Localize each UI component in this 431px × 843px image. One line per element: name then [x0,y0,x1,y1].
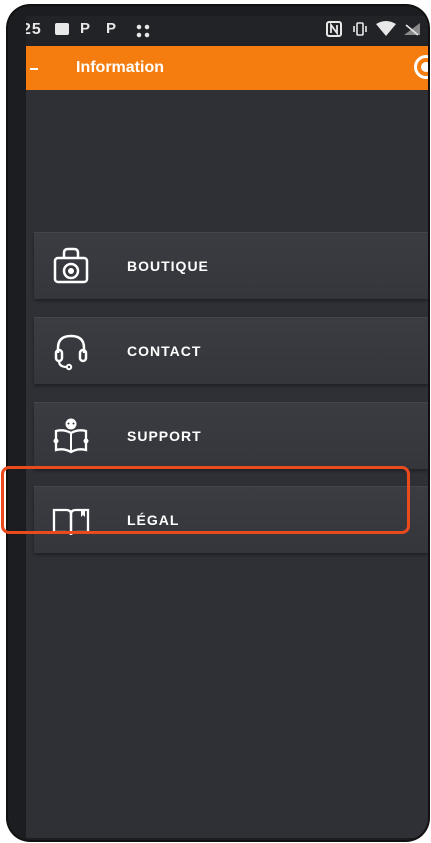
battery-icon [402,21,422,40]
app-screen: 25 P P Information BOUTIQUE CONTACT SUPP… [26,16,428,838]
headset-icon [51,331,91,371]
wifi-icon [376,21,396,40]
menu-item-legal[interactable]: LÉGAL [34,486,428,553]
menu-item-label: CONTACT [127,343,202,359]
menu-item-label: BOUTIQUE [127,258,209,274]
menu-item-label: LÉGAL [127,512,180,528]
p-icon: P [80,20,91,37]
status-bar: 25 P P [26,16,428,46]
app-logo-icon [414,55,428,79]
app-bar: Information [26,46,428,90]
phone-frame: 25 P P Information BOUTIQUE CONTACT SUPP… [8,6,428,840]
shopping-bag-icon [51,246,91,286]
status-time: 25 [26,21,42,38]
menu-item-support[interactable]: SUPPORT [34,402,428,469]
p-icon: P [106,20,117,37]
menu-item-boutique[interactable]: BOUTIQUE [34,232,428,299]
menu-item-contact[interactable]: CONTACT [34,317,428,384]
page-title: Information [76,59,164,76]
grid-icon [136,24,150,38]
vibrate-icon [352,21,368,40]
image-icon [55,23,69,35]
back-arrow-icon[interactable] [30,68,38,70]
nfc-icon [326,21,342,40]
open-book-icon [51,500,91,540]
book-reader-icon [51,416,91,456]
menu-item-label: SUPPORT [127,428,202,444]
